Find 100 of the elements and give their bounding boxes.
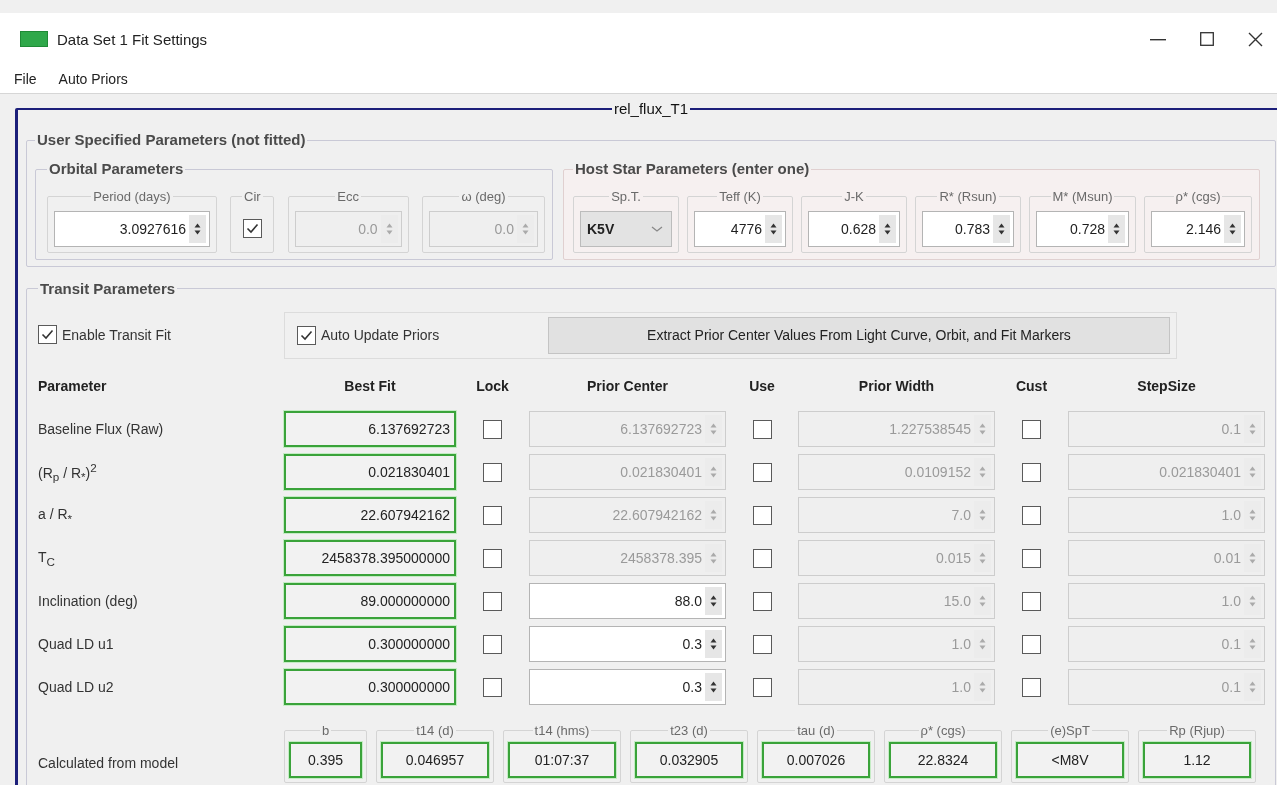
spin-arrows[interactable] [705,673,722,702]
parameter-name: Quad LD u2 [38,679,115,696]
checkbox[interactable] [483,634,502,654]
spin-field[interactable]: 0.628 [808,210,900,247]
result-field: 0.046957 [381,742,489,779]
checkbox[interactable] [1022,591,1041,611]
field-label: Rp (Rjup) [1168,722,1226,739]
spin-field[interactable]: 4776 [694,210,786,247]
parameter-name: a / R$_{*}$ [38,505,74,525]
column-header: Prior Width [857,378,936,395]
spin-arrows[interactable] [705,630,722,659]
field-label: ρ* (cgs) [919,722,967,739]
field-label: b [320,722,331,739]
best-fit-field: 0.021830401 [284,454,456,491]
checkbox[interactable] [483,591,502,611]
best-fit-field: 0.300000000 [284,626,456,663]
column-header: Cust [1014,378,1049,395]
field-label: Ecc [336,189,360,205]
menu-item[interactable]: Auto Priors [58,71,128,87]
column-header: Prior Center [586,378,669,395]
field-label: t14 (d) [415,722,455,739]
field-label: Cir [243,189,262,205]
field-label: Period (days) [92,189,172,205]
minimize-icon[interactable] [1150,37,1166,41]
checkbox[interactable] [483,419,502,439]
checkbox[interactable] [483,677,502,697]
spin-arrows[interactable] [705,587,722,616]
field-label: R* (Rsun) [938,189,998,205]
group-title: rel_flux_T1 [612,100,690,118]
best-fit-field: 89.000000000 [284,583,456,620]
column-header: Best Fit [343,378,397,395]
field-label: t23 (d) [669,722,709,739]
result-field: 0.032905 [635,742,743,779]
result-field: <M8V [1016,742,1124,779]
window-title: Data Set 1 Fit Settings [57,30,209,48]
result-field: 0.395 [289,742,362,779]
checkbox[interactable] [1022,677,1041,697]
checkbox[interactable] [483,462,502,482]
field-label: t14 (hms) [533,722,591,739]
spin-field[interactable]: 0.3 [529,626,726,663]
result-field: 01:07:37 [508,742,616,779]
checkbox[interactable] [483,548,502,568]
result-field: 0.007026 [762,742,870,779]
checkbox[interactable] [752,419,772,439]
checkbox[interactable] [752,634,772,654]
spin-arrows[interactable] [765,214,782,243]
chevron-icon [651,224,663,233]
checkbox[interactable] [1022,462,1041,482]
spin-arrows[interactable] [993,214,1010,243]
checkbox[interactable]: Auto Update Priors [297,325,548,345]
best-fit-field: 0.300000000 [284,669,456,706]
spin-field[interactable]: 2.146 [1151,210,1245,247]
column-header: Lock [475,378,510,395]
spin-arrows[interactable] [1224,214,1241,243]
field-label: J-K [843,189,865,205]
best-fit-field: 22.607942162 [284,497,456,534]
parameter-name: Quad LD u1 [38,636,115,653]
checkbox[interactable] [1022,419,1041,439]
app-icon [20,31,48,47]
menu-item[interactable]: File [14,71,37,87]
spin-arrows[interactable] [879,214,896,243]
checkbox[interactable] [752,462,772,482]
spin-field[interactable]: 0.783 [922,210,1014,247]
checkbox[interactable] [242,219,262,239]
best-fit-field: 6.137692723 [284,411,456,448]
checkbox[interactable] [1022,505,1041,525]
field-label: Sp.T. [610,189,642,205]
column-header: Parameter [38,378,108,395]
extract-button[interactable]: Extract Prior Center Values From Light Curve, Orbit, and Fit Markers [548,316,1170,354]
checkbox[interactable] [752,548,772,568]
checkbox[interactable] [752,505,772,525]
field-label: tau (d) [796,722,836,739]
spin-field[interactable]: 88.0 [529,583,726,620]
spin-arrows[interactable] [189,214,206,243]
checkbox[interactable] [752,677,772,697]
field-label: ρ* (cgs) [1174,189,1222,205]
spin-field[interactable]: 0.3 [529,669,726,706]
group-label: User Specified Parameters (not fitted) [36,131,307,149]
group-label: Transit Parameters [39,279,177,298]
field-label: (e)SpT [1049,722,1091,739]
spin-field[interactable]: 0.728 [1036,210,1129,247]
checkbox[interactable]: Enable Transit Fit [38,325,171,345]
checkbox[interactable] [1022,548,1041,568]
group-label: Host Star Parameters (enter one) [574,160,811,178]
spin-arrows[interactable] [1108,214,1125,243]
parameter-name: Inclination (deg) [38,593,139,610]
maximize-icon[interactable] [1200,32,1214,46]
column-header: Use [748,378,776,395]
checkbox[interactable] [1022,634,1041,654]
parameter-name: T$_{C}$ [38,548,56,568]
parameter-name: (R$_{p}$ / R$_{*}$)$^{2}$ [38,460,98,484]
checkbox[interactable] [752,591,772,611]
column-header: StepSize [1136,378,1197,395]
spin-field[interactable]: 3.0927616 [54,210,210,247]
dropdown[interactable]: K5V [580,210,672,247]
close-icon[interactable] [1248,31,1263,47]
checkbox[interactable] [483,505,502,525]
result-field: 1.12 [1143,742,1251,779]
field-label: ω (deg) [460,189,507,205]
group-label: Orbital Parameters [48,160,185,178]
